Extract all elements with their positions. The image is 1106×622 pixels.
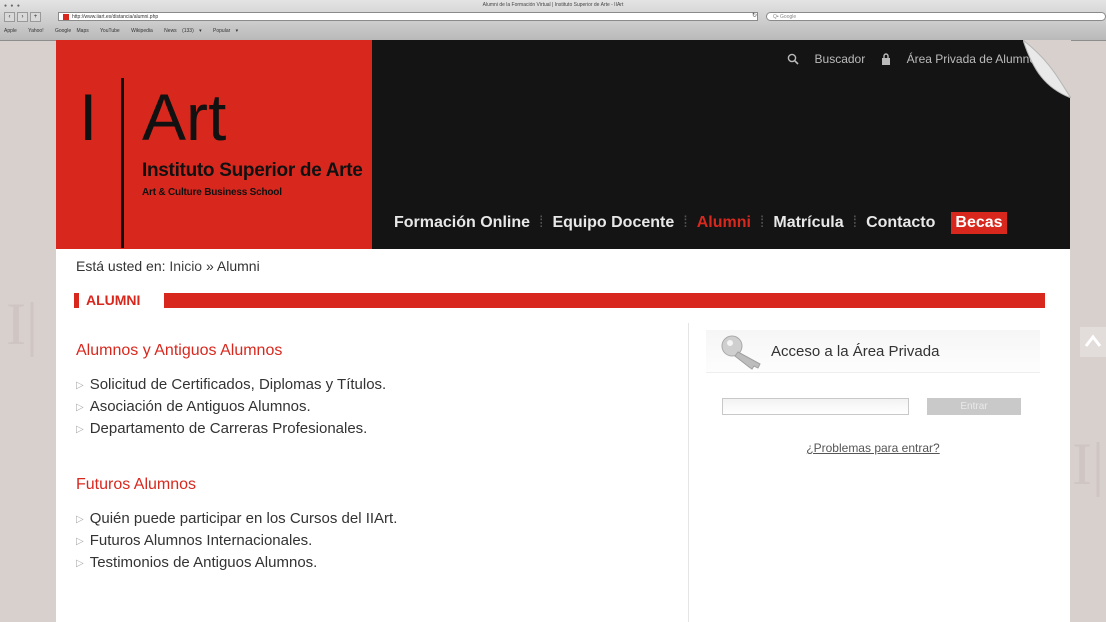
group-title: Futuros Alumnos — [76, 476, 197, 493]
browser-chrome: Alumni de la Formación Virtual | Institu… — [0, 0, 1106, 41]
logo-letter: I — [79, 80, 98, 154]
private-access-title: Acceso a la Área Privada — [771, 343, 940, 360]
window-controls[interactable]: ● ● ● — [4, 3, 21, 9]
main-content: Alumnos y Antiguos Alumnos ▷ Solicitud de… — [76, 342, 676, 574]
list-item[interactable]: ▷ Testimonios de Antiguos Alumnos. — [76, 552, 676, 574]
section-bullet — [74, 293, 79, 308]
bookmarks-bar: Apple Yahoo! Google Maps YouTube Wikiped… — [4, 28, 244, 34]
breadcrumb-home-link[interactable]: Inicio — [169, 258, 202, 274]
site-logo[interactable]: I Art Instituto Superior de Arte Art & C… — [56, 40, 372, 249]
section-title: ALUMNI — [86, 292, 141, 308]
triangle-bullet-icon: ▷ — [76, 424, 84, 435]
lock-icon — [881, 53, 890, 65]
triangle-bullet-icon: ▷ — [76, 558, 84, 569]
browser-nav-buttons: ‹ › + — [4, 12, 41, 22]
bookmark-item[interactable]: News (133) ▾ — [164, 28, 201, 34]
search-link-label: Buscador — [814, 52, 866, 66]
list-item[interactable]: ▷ Futuros Alumnos Internacionales. — [76, 530, 676, 552]
logo-word: Art — [142, 80, 227, 154]
private-area-link[interactable]: Área Privada de Alumnos — [881, 52, 1042, 66]
nav-item-formacion-online[interactable]: Formación Online — [386, 214, 538, 232]
address-bar[interactable]: http://www.iiart.es/distancia/alumni.php — [58, 12, 758, 21]
nav-item-contacto[interactable]: Contacto — [858, 214, 943, 232]
group-title: Alumnos y Antiguos Alumnos — [76, 342, 283, 359]
background-watermark: I| — [1072, 431, 1104, 497]
enter-button[interactable]: Entrar — [927, 398, 1021, 415]
main-nav: Formación Online ⁞ Equipo Docente ⁞ Alum… — [386, 212, 1007, 234]
triangle-bullet-icon: ▷ — [76, 536, 84, 547]
search-link[interactable]: Buscador — [787, 52, 866, 66]
list-item[interactable]: ▷ Quién puede participar en los Cursos de… — [76, 508, 676, 530]
add-bookmark-icon[interactable]: + — [30, 12, 41, 22]
logo-tagline: Art & Culture Business School — [142, 187, 282, 198]
list-item-label: Asociación de Antiguos Alumnos. — [89, 398, 311, 415]
section-heading: ALUMNI — [74, 292, 1045, 308]
reload-icon[interactable]: ↻ — [752, 12, 757, 19]
search-icon — [787, 53, 799, 65]
private-access-header: Acceso a la Área Privada — [706, 330, 1040, 373]
page-curl-icon — [1023, 40, 1071, 98]
login-help-link[interactable]: ¿Problemas para entrar? — [706, 441, 1040, 455]
key-icon — [721, 335, 761, 370]
private-access-panel: Acceso a la Área Privada Entrar ¿Problem… — [706, 330, 1040, 455]
chevron-up-icon — [1084, 334, 1102, 347]
breadcrumb-current: Alumni — [216, 258, 260, 274]
bookmark-item[interactable]: Yahoo! — [28, 28, 43, 34]
nav-item-equipo-docente[interactable]: Equipo Docente — [544, 214, 682, 232]
scroll-to-top-button[interactable] — [1080, 327, 1106, 357]
list-item-label: Quién puede participar en los Cursos del… — [89, 510, 398, 527]
list-item-label: Solicitud de Certificados, Diplomas y Tí… — [89, 376, 387, 393]
favicon-icon — [63, 13, 69, 20]
list-item-label: Testimonios de Antiguos Alumnos. — [89, 554, 318, 571]
logo-subtitle: Instituto Superior de Arte — [142, 160, 363, 181]
back-icon[interactable]: ‹ — [4, 12, 15, 22]
bookmark-item[interactable]: YouTube — [100, 28, 120, 34]
forward-icon[interactable]: › — [17, 12, 28, 22]
breadcrumb: Está usted en: Inicio » Alumni — [76, 258, 260, 274]
triangle-bullet-icon: ▷ — [76, 380, 84, 391]
web-page: I Art Instituto Superior de Arte Art & C… — [56, 40, 1071, 622]
address-bar-text: http://www.iiart.es/distancia/alumni.php — [72, 14, 159, 20]
breadcrumb-separator: » — [205, 258, 214, 274]
section-rule — [164, 293, 1045, 308]
nav-item-matricula[interactable]: Matrícula — [765, 214, 851, 232]
list-item-label: Futuros Alumnos Internacionales. — [89, 532, 313, 549]
logo-divider — [121, 78, 124, 248]
triangle-bullet-icon: ▷ — [76, 402, 84, 413]
list-item[interactable]: ▷ Departamento de Carreras Profesionales. — [76, 418, 676, 440]
window-title: Alumni de la Formación Virtual | Institu… — [482, 2, 624, 8]
bookmark-item[interactable]: Wikipedia — [131, 28, 153, 34]
list-item-label: Departamento de Carreras Profesionales. — [89, 420, 368, 437]
bookmark-item[interactable]: Google Maps — [55, 28, 89, 34]
list-item[interactable]: ▷ Solicitud de Certificados, Diplomas y T… — [76, 374, 676, 396]
bookmark-item[interactable]: Apple — [4, 28, 17, 34]
private-area-link-label: Área Privada de Alumnos — [906, 52, 1042, 66]
link-list: ▷ Solicitud de Certificados, Diplomas y T… — [76, 374, 676, 440]
background-watermark: I| — [6, 291, 38, 357]
nav-item-alumni[interactable]: Alumni — [689, 214, 759, 232]
top-links: Buscador Área Privada de Alumnos — [775, 52, 1042, 66]
triangle-bullet-icon: ▷ — [76, 514, 84, 525]
link-list: ▷ Quién puede participar en los Cursos de… — [76, 508, 676, 574]
bookmark-item[interactable]: Popular ▾ — [213, 28, 238, 34]
nav-item-becas[interactable]: Becas — [951, 212, 1007, 234]
browser-search-field[interactable]: Q• Google — [766, 12, 1106, 21]
list-item[interactable]: ▷ Asociación de Antiguos Alumnos. — [76, 396, 676, 418]
breadcrumb-prefix: Está usted en: — [76, 258, 166, 274]
column-divider — [688, 323, 689, 622]
login-input[interactable] — [722, 398, 909, 415]
